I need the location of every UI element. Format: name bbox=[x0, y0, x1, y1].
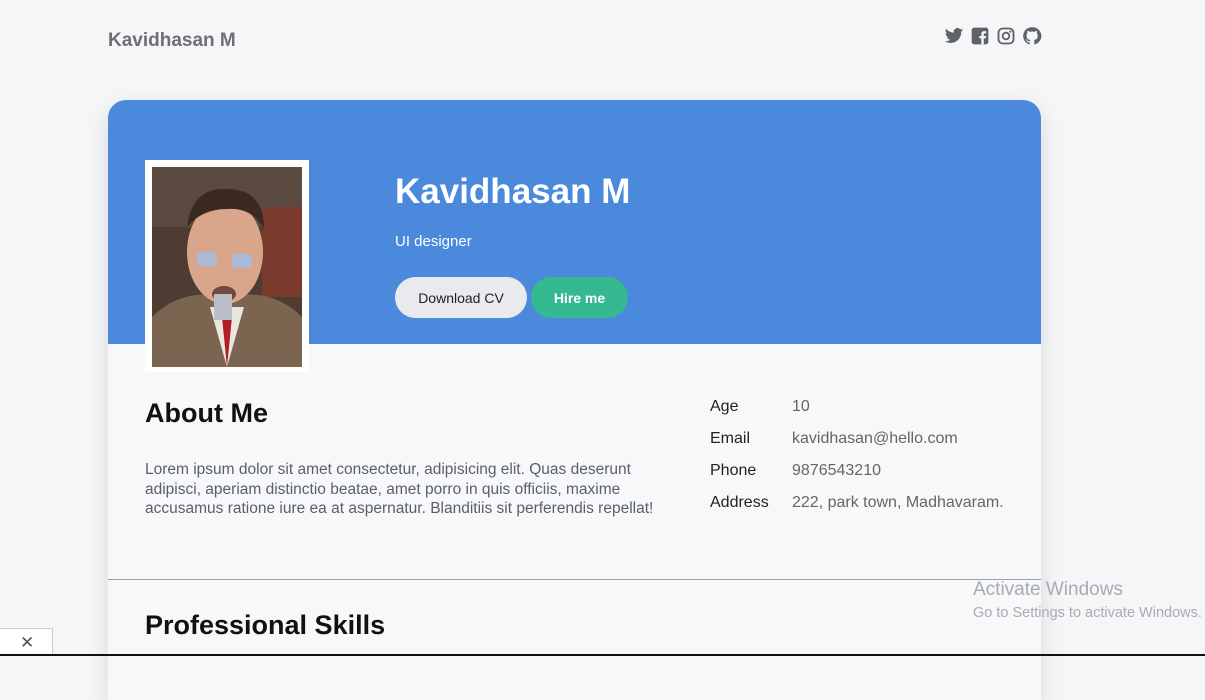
detail-value: kavidhasan@hello.com bbox=[792, 430, 958, 447]
detail-label: Age bbox=[710, 398, 739, 415]
activate-windows-watermark: Activate Windows Go to Settings to activ… bbox=[973, 579, 1202, 621]
detail-label: Email bbox=[710, 430, 751, 447]
brand-name[interactable]: Kavidhasan M bbox=[108, 30, 236, 52]
profile-photo bbox=[152, 167, 302, 367]
detail-value: 222, park town, Madhavaram. bbox=[792, 494, 1004, 511]
close-icon: ✕ bbox=[20, 633, 35, 652]
twitter-icon[interactable] bbox=[944, 26, 964, 46]
hire-me-button[interactable]: Hire me bbox=[531, 277, 628, 318]
section-divider bbox=[108, 579, 1041, 580]
download-cv-button[interactable]: Download CV bbox=[395, 277, 527, 318]
facebook-icon[interactable] bbox=[970, 26, 990, 46]
watermark-title: Activate Windows bbox=[973, 579, 1123, 600]
about-title: About Me bbox=[145, 398, 268, 428]
detail-value: 9876543210 bbox=[792, 462, 881, 479]
detail-value: 10 bbox=[792, 398, 810, 415]
top-nav: Kavidhasan M bbox=[108, 27, 1042, 54]
close-panel-button[interactable]: ✕ bbox=[0, 628, 53, 656]
detail-label: Phone bbox=[710, 462, 757, 479]
profile-card: Kavidhasan M UI designer Download CV Hir… bbox=[108, 100, 1041, 700]
about-text: Lorem ipsum dolor sit amet consectetur, … bbox=[145, 461, 654, 517]
profile-name: Kavidhasan M bbox=[395, 172, 631, 211]
social-links bbox=[944, 26, 1042, 46]
detail-label: Address bbox=[710, 494, 769, 511]
watermark-subtitle: Go to Settings to activate Windows. bbox=[973, 605, 1202, 621]
instagram-icon[interactable] bbox=[996, 26, 1016, 46]
skills-title: Professional Skills bbox=[145, 610, 386, 640]
github-icon[interactable] bbox=[1022, 26, 1042, 46]
profile-role: UI designer bbox=[395, 233, 472, 250]
avatar-frame bbox=[145, 160, 309, 372]
